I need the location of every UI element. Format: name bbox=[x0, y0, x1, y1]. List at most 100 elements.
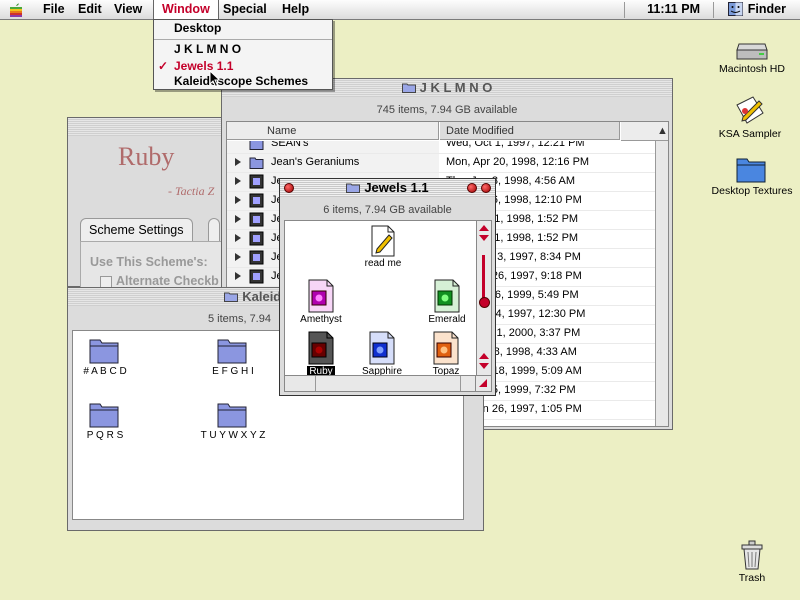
close-box-icon[interactable] bbox=[284, 183, 294, 193]
desktop-icon-trash[interactable]: Trash bbox=[707, 539, 797, 584]
file-topaz[interactable]: Topaz bbox=[406, 331, 486, 377]
folder-label: E F G H I bbox=[212, 366, 254, 377]
menu-item-jklmno[interactable]: J K L M N O bbox=[154, 41, 332, 58]
document-pencil-icon bbox=[371, 225, 395, 257]
collapse-box-icon[interactable] bbox=[481, 183, 491, 193]
file-read-me[interactable]: read me bbox=[343, 225, 423, 269]
desktop-icon-label: KSA Sampler bbox=[716, 128, 784, 140]
folder-icon bbox=[249, 141, 264, 150]
file-label: read me bbox=[364, 258, 402, 269]
tab-scheme-settings[interactable]: Scheme Settings bbox=[80, 218, 193, 241]
disclosure-triangle-icon[interactable] bbox=[235, 158, 241, 166]
menu-item-desktop[interactable]: Desktop bbox=[154, 20, 332, 37]
desktop-icon-macintosh-hd[interactable]: Macintosh HD bbox=[707, 40, 797, 75]
folder-icon bbox=[217, 403, 247, 428]
zoom-box-icon[interactable] bbox=[467, 183, 477, 193]
disclosure-triangle-icon[interactable] bbox=[235, 272, 241, 280]
folder-label: # A B C D bbox=[83, 366, 127, 377]
scroll-down-arrow-icon[interactable] bbox=[479, 235, 489, 241]
scroll-up-arrow-icon[interactable] bbox=[479, 225, 489, 231]
scheme-folder-icon bbox=[249, 269, 264, 284]
column-header-name[interactable]: Name bbox=[227, 122, 439, 140]
menubar-divider bbox=[624, 2, 625, 18]
sort-direction-button[interactable]: ▲ bbox=[655, 122, 668, 141]
hard-disk-icon bbox=[736, 43, 768, 60]
apple-menu-icon[interactable] bbox=[8, 2, 24, 18]
folder-abcd[interactable]: # A B C D bbox=[73, 335, 145, 377]
vertical-scrollbar[interactable] bbox=[476, 221, 491, 377]
menu-help[interactable]: Help bbox=[274, 0, 317, 19]
scroll-up-arrow-icon[interactable] bbox=[479, 353, 489, 359]
folder-label: P Q R S bbox=[86, 430, 124, 441]
window-title: J K L M N O bbox=[419, 80, 493, 95]
window-title: Jewels 1.1 bbox=[364, 180, 429, 195]
scheme-folder-icon bbox=[249, 212, 264, 227]
tab-next[interactable] bbox=[208, 218, 220, 241]
desktop-icon-ksa-sampler[interactable]: KSA Sampler bbox=[705, 95, 795, 140]
ruby-scheme-window[interactable]: Ruby - Tactia Z Scheme Settings Use This… bbox=[67, 117, 232, 293]
file-emerald[interactable]: Emerald bbox=[407, 279, 487, 325]
desktop-icon-desktop-textures[interactable]: Desktop Textures bbox=[707, 154, 797, 197]
amethyst-scheme-icon bbox=[308, 279, 334, 313]
scroll-thumb[interactable] bbox=[479, 297, 490, 308]
folder-efghi[interactable]: E F G H I bbox=[193, 335, 273, 377]
use-scheme-label: Use This Scheme's: bbox=[90, 255, 208, 269]
desktop-icon-label: Macintosh HD bbox=[717, 63, 787, 75]
window-info-text: 6 items, 7.94 GB available bbox=[323, 204, 452, 216]
resize-icon bbox=[479, 379, 487, 387]
scroll-down-arrow-icon[interactable] bbox=[479, 363, 489, 369]
menu-file[interactable]: File bbox=[35, 0, 73, 19]
horizontal-scrollbar[interactable] bbox=[285, 375, 478, 391]
window-menu-dropdown: Desktop J K L M N O ✓ Jewels 1.1 Kaleido… bbox=[153, 19, 333, 90]
disclosure-triangle-icon[interactable] bbox=[235, 234, 241, 242]
resize-grow-box[interactable] bbox=[475, 375, 491, 391]
menu-view[interactable]: View bbox=[106, 0, 150, 19]
folder-icon bbox=[401, 83, 416, 93]
vertical-scrollbar[interactable] bbox=[655, 141, 668, 426]
menu-window[interactable]: Window bbox=[153, 0, 219, 19]
menu-item-kaleidoscope-schemes[interactable]: Kaleidoscope Schemes bbox=[154, 73, 332, 90]
file-label: Amethyst bbox=[300, 314, 342, 325]
menu-special[interactable]: Special bbox=[215, 0, 275, 19]
folder-icon bbox=[89, 339, 119, 364]
row-name: Jean's Geraniums bbox=[271, 156, 360, 168]
disclosure-triangle-icon[interactable] bbox=[235, 215, 241, 223]
folder-icon bbox=[736, 158, 766, 183]
table-row[interactable]: Jean's Geraniums Mon, Apr 20, 1998, 12:16… bbox=[227, 153, 655, 173]
column-header-date[interactable]: Date Modified bbox=[440, 122, 620, 140]
folder-label: T U Y W X Y Z bbox=[200, 430, 266, 441]
folder-icon bbox=[89, 403, 119, 428]
file-amethyst[interactable]: Amethyst bbox=[285, 279, 361, 325]
window-titlebar[interactable]: Jewels 1.1 bbox=[280, 179, 495, 197]
folder-tuywxyz[interactable]: T U Y W X Y Z bbox=[193, 399, 273, 441]
scheme-author: - Tactia Z bbox=[168, 184, 215, 198]
menubar-divider bbox=[713, 2, 714, 18]
menu-bar: File Edit View Window Special Help 11:11… bbox=[0, 0, 800, 20]
row-name: SEAN's bbox=[271, 141, 309, 149]
application-menu[interactable]: Finder bbox=[727, 0, 786, 19]
scheme-folder-icon bbox=[249, 174, 264, 189]
disclosure-triangle-icon[interactable] bbox=[235, 196, 241, 204]
icon-view: read me Amethyst Emerald Ruby Sapphire T… bbox=[284, 220, 492, 392]
disclosure-triangle-icon[interactable] bbox=[235, 253, 241, 261]
finder-icon bbox=[727, 2, 743, 16]
disclosure-triangle-icon[interactable] bbox=[235, 177, 241, 185]
menu-edit[interactable]: Edit bbox=[70, 0, 110, 19]
folder-pqrs[interactable]: P Q R S bbox=[73, 399, 145, 441]
ruby-scheme-icon bbox=[308, 331, 334, 365]
window-titlebar[interactable] bbox=[68, 118, 226, 136]
column-header-extra[interactable] bbox=[621, 122, 656, 141]
folder-icon bbox=[224, 292, 239, 302]
jewels-window[interactable]: Jewels 1.1 6 items, 7.94 GB available re… bbox=[279, 178, 496, 396]
folder-icon bbox=[346, 183, 361, 193]
scheme-title: Ruby bbox=[118, 142, 175, 171]
scroll-track bbox=[482, 255, 485, 303]
alternate-checkbox-label: Alternate Checkb bbox=[116, 274, 219, 288]
emerald-scheme-icon bbox=[434, 279, 460, 313]
row-date: Wed, Oct 1, 1997, 12:21 PM bbox=[446, 141, 585, 149]
folder-icon bbox=[217, 339, 247, 364]
menubar-clock[interactable]: 11:11 PM bbox=[647, 0, 700, 19]
menu-item-jewels-label: Jewels 1.1 bbox=[174, 59, 234, 73]
topaz-scheme-icon bbox=[433, 331, 459, 365]
folder-icon bbox=[249, 157, 264, 169]
